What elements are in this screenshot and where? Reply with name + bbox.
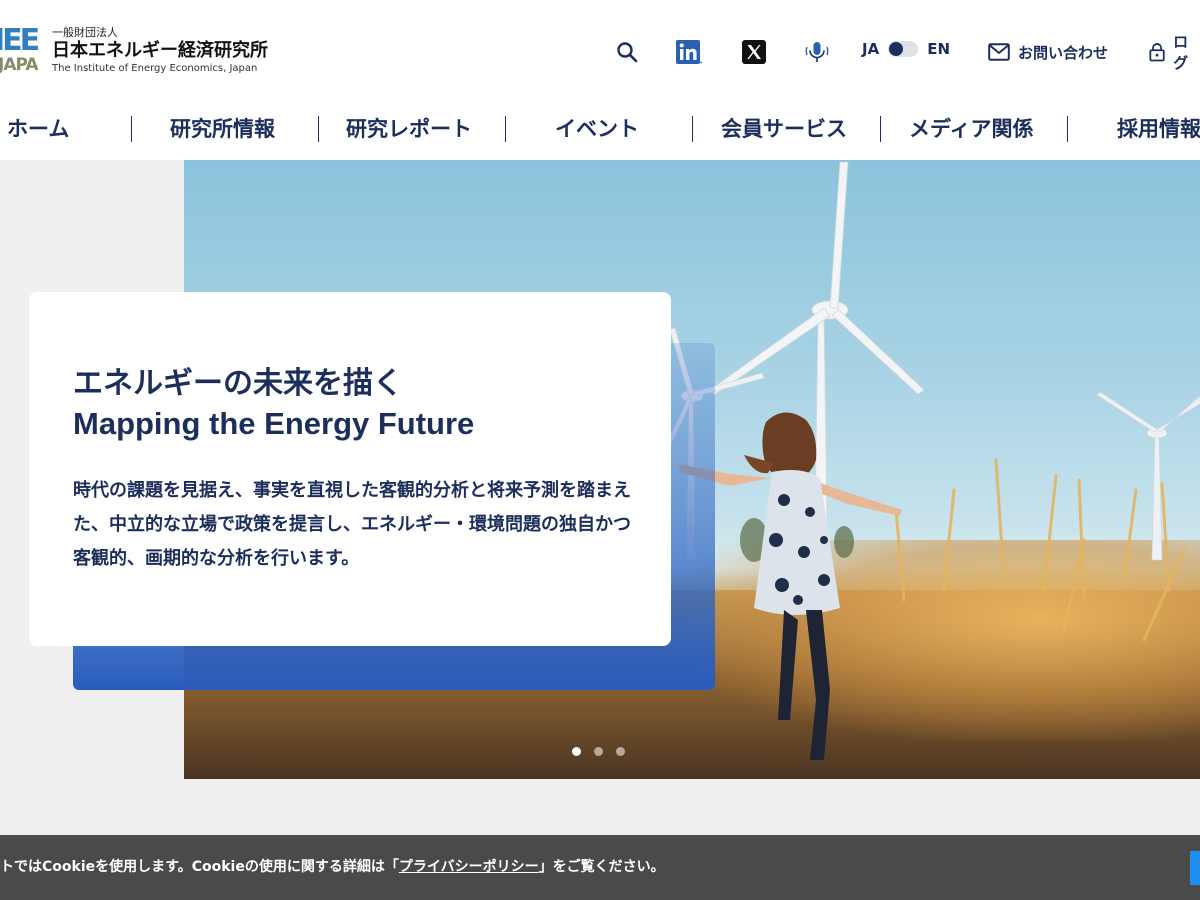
login-link[interactable]: ログ <box>1149 33 1200 72</box>
hero-title-en: Mapping the Energy Future <box>73 406 475 441</box>
hero-card: エネルギーの未来を描く Mapping the Energy Future 時代… <box>29 292 671 646</box>
cookie-text-before: トではCookieを使用します。Cookieの使用に関する詳細は「 <box>0 859 399 875</box>
slider-dots <box>572 747 625 756</box>
toggle-knob <box>889 42 904 56</box>
language-toggle[interactable] <box>888 41 919 57</box>
search-button[interactable] <box>616 36 638 68</box>
logo-text: 一般財団法人 日本エネルギー経済研究所 The Institute of Ene… <box>52 26 268 76</box>
nav-separator <box>318 116 319 142</box>
nav-separator <box>1067 116 1068 142</box>
privacy-policy-link[interactable]: プライバシーポリシー <box>399 859 539 875</box>
logo-name: 日本エネルギー経済研究所 <box>52 40 268 61</box>
nav-separator <box>880 116 881 142</box>
cookie-accept-button[interactable] <box>1190 851 1200 885</box>
lock-icon <box>1149 43 1165 62</box>
nav-separator <box>505 116 506 142</box>
site-logo[interactable]: IEE JAPAN 一般財団法人 日本エネルギー経済研究所 The Instit… <box>0 24 268 80</box>
logo-mark-top: IEE <box>0 24 38 58</box>
linkedin-icon <box>676 40 702 64</box>
nav-separator <box>131 116 132 142</box>
slider-dot-2[interactable] <box>594 747 603 756</box>
nav-item-media[interactable]: メディア関係 <box>909 114 1034 144</box>
site-header: IEE JAPAN 一般財団法人 日本エネルギー経済研究所 The Instit… <box>0 0 1200 100</box>
cookie-banner: トではCookieを使用します。Cookieの使用に関する詳細は「プライバシーポ… <box>0 835 1200 900</box>
nav-item-about[interactable]: 研究所情報 <box>170 114 275 144</box>
podcast-link[interactable] <box>804 36 830 68</box>
contact-link[interactable]: お問い合わせ <box>988 36 1108 68</box>
language-switch[interactable]: JA EN <box>862 40 950 58</box>
nav-item-careers[interactable]: 採用情報 <box>1117 114 1200 144</box>
contact-label: お問い合わせ <box>1018 43 1109 62</box>
slider-dot-1[interactable] <box>572 747 581 756</box>
login-label: ログ <box>1173 33 1189 72</box>
logo-mark-bottom: JAPAN <box>0 55 38 75</box>
slider-dot-3[interactable] <box>616 747 625 756</box>
main-nav: ホーム 研究所情報 研究レポート イベント 会員サービス メディア関係 採用情報 <box>0 100 1200 160</box>
logo-subtitle: 一般財団法人 <box>52 26 118 39</box>
microphone-icon <box>805 42 829 62</box>
linkedin-link[interactable] <box>676 36 702 68</box>
x-link[interactable] <box>742 36 766 68</box>
lang-en[interactable]: EN <box>927 40 950 58</box>
logo-mark: IEE JAPAN <box>0 24 38 80</box>
nav-item-home[interactable]: ホーム <box>7 114 69 144</box>
search-icon <box>617 42 638 63</box>
hero-title-ja: エネルギーの未来を描く <box>73 366 403 401</box>
cookie-text-after: 」をご覧ください。 <box>538 859 665 875</box>
nav-item-membership[interactable]: 会員サービス <box>721 114 847 144</box>
nav-separator <box>692 116 693 142</box>
x-icon <box>742 40 766 64</box>
nav-item-reports[interactable]: 研究レポート <box>346 114 472 144</box>
wind-turbine <box>1096 391 1200 561</box>
lang-ja[interactable]: JA <box>862 40 879 58</box>
mail-icon <box>988 43 1010 61</box>
hero-description: 時代の課題を見据え、事実を直視した客観的分析と将来予測を踏まえた、中立的な立場で… <box>73 480 631 569</box>
logo-name-en: The Institute of Energy Economics, Japan <box>52 63 258 74</box>
nav-item-events[interactable]: イベント <box>555 114 639 144</box>
cookie-text: トではCookieを使用します。Cookieの使用に関する詳細は「プライバシーポ… <box>0 857 665 877</box>
